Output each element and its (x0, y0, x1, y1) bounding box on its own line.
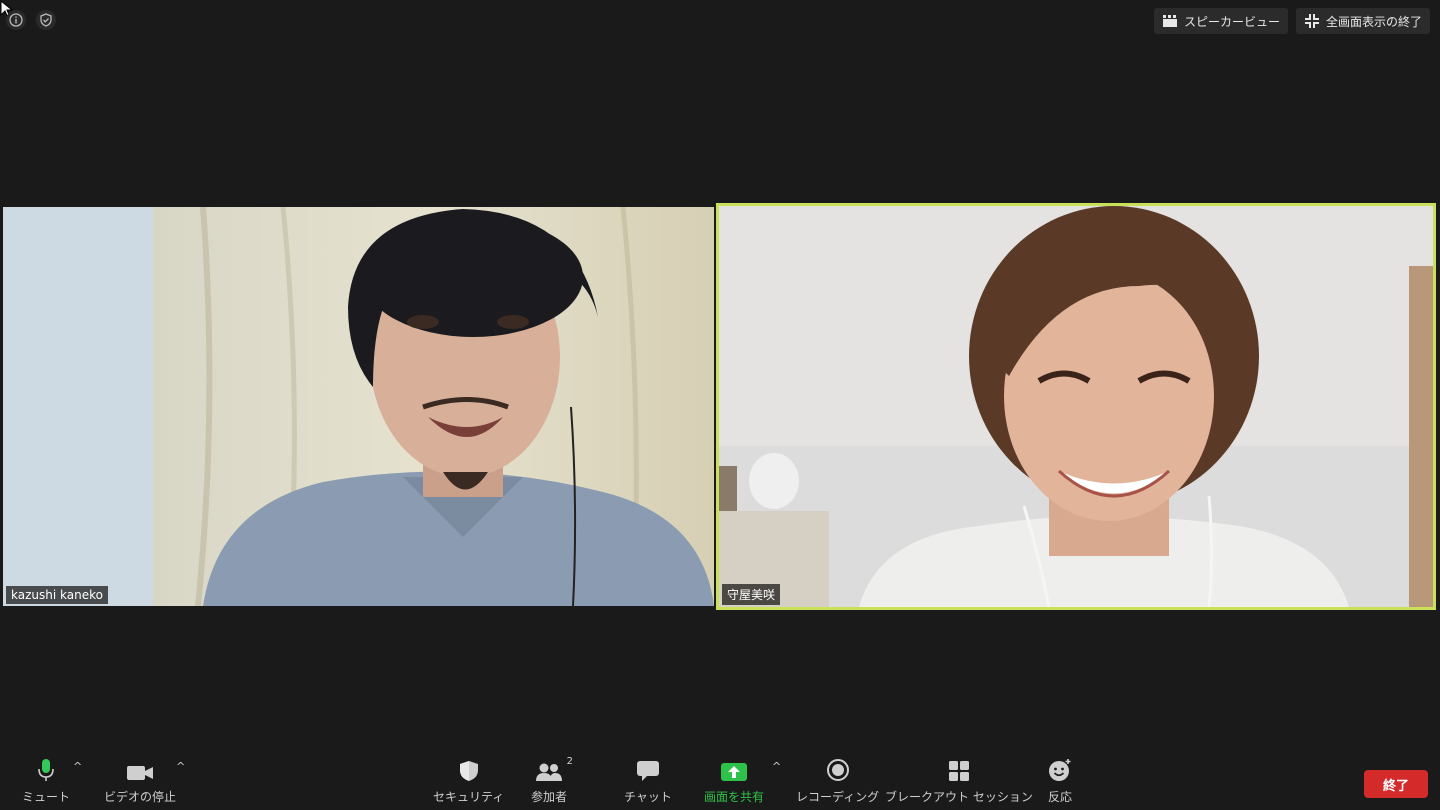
participant-name-tag: kazushi kaneko (6, 586, 108, 604)
speaker-view-button[interactable]: スピーカービュー (1153, 8, 1288, 34)
participants-icon (536, 763, 562, 781)
exit-fullscreen-icon (1304, 14, 1319, 28)
participant-video-feed (3, 207, 714, 606)
info-icon[interactable] (6, 10, 26, 30)
recording-button[interactable]: レコーディング (796, 756, 879, 805)
stop-video-button[interactable]: ビデオの停止 (104, 756, 176, 805)
video-camera-icon (127, 766, 153, 780)
participant-name-tag: 守屋美咲 (722, 584, 781, 605)
reactions-label: 反応 (1048, 790, 1073, 804)
share-screen-icon (721, 763, 747, 781)
stop-video-label: ビデオの停止 (104, 790, 177, 804)
speaker-view-icon (1162, 15, 1177, 27)
share-screen-button[interactable]: 画面を共有 (704, 756, 764, 805)
video-tile-active-speaker[interactable]: 守屋美咲 (716, 203, 1436, 610)
share-screen-label: 画面を共有 (704, 790, 765, 804)
share-options-caret-icon[interactable]: ^ (772, 760, 781, 773)
shield-check-icon[interactable] (36, 10, 56, 30)
shield-icon (459, 761, 478, 781)
participant-video-feed (719, 206, 1433, 607)
chat-label: チャット (624, 790, 672, 804)
security-label: セキュリティ (433, 790, 505, 804)
breakout-grid-icon (948, 761, 969, 781)
exit-fullscreen-label: 全画面表示の終了 (1325, 14, 1422, 29)
security-button[interactable]: セキュリティ (433, 756, 504, 805)
participants-label: 参加者 (531, 790, 568, 804)
smiley-add-icon (1049, 759, 1071, 781)
breakout-rooms-button[interactable]: ブレークアウト セッション (885, 756, 1033, 805)
mute-label: ミュート (22, 790, 71, 804)
reactions-button[interactable]: 反応 (1048, 756, 1072, 805)
breakout-rooms-label: ブレークアウト セッション (885, 790, 1033, 804)
chat-button[interactable]: チャット (624, 756, 672, 805)
chat-bubble-icon (636, 761, 659, 781)
record-icon (826, 759, 849, 781)
meeting-toolbar: ミュート ^ ビデオの停止 ^ セキュリティ 2 参加者 チャット 画面を共有 … (0, 750, 1440, 810)
participants-count-badge: 2 (566, 756, 573, 767)
video-options-caret-icon[interactable]: ^ (176, 760, 185, 773)
exit-fullscreen-button[interactable]: 全画面表示の終了 (1295, 8, 1430, 34)
end-meeting-button[interactable]: 終了 (1364, 770, 1428, 798)
audio-options-caret-icon[interactable]: ^ (73, 760, 82, 773)
recording-label: レコーディング (796, 790, 880, 804)
speaker-view-label: スピーカービュー (1183, 14, 1280, 29)
participants-button[interactable]: 2 参加者 (531, 756, 573, 805)
video-tile-kazushi-kaneko[interactable]: kazushi kaneko (3, 207, 714, 606)
microphone-icon (38, 759, 54, 781)
mute-button[interactable]: ミュート (22, 756, 70, 805)
